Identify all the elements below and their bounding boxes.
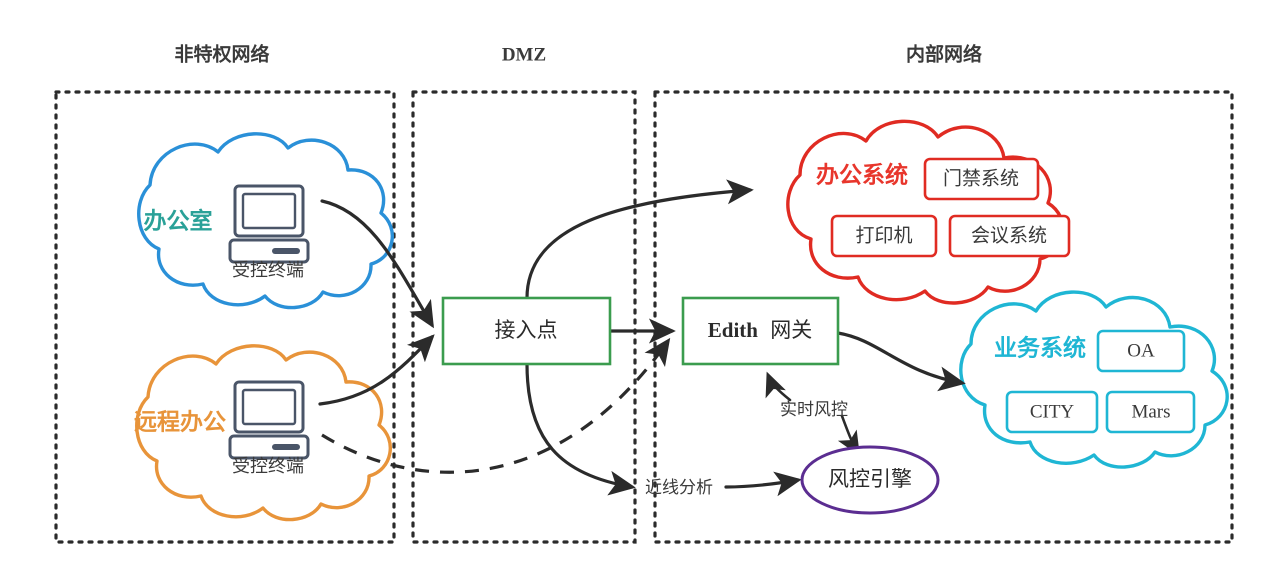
cloud-office-label: 办公室 xyxy=(144,207,213,233)
node-edith-gateway-label-brand: Edith xyxy=(708,318,759,342)
sub-box-access-control-label: 门禁系统 xyxy=(943,167,1019,189)
flow-access-point-to-nearline xyxy=(525,362,636,496)
zone-title-internal: 内部网络 xyxy=(906,42,982,65)
cloud-remote-office-terminal-label: 受控终端 xyxy=(232,456,304,476)
sub-box-printer-label: 打印机 xyxy=(855,224,912,246)
cloud-office-system[interactable]: 办公系统 门禁系统 打印机 会议系统 xyxy=(786,119,1071,305)
desktop-computer-icon xyxy=(228,184,310,264)
node-access-point[interactable]: 接入点 xyxy=(441,296,612,366)
node-edith-gateway[interactable]: Edith 网关 xyxy=(681,296,840,366)
flow-nearline-to-risk-engine xyxy=(724,471,802,497)
network-architecture-diagram: 非特权网络 DMZ 内部网络 办公室 受控终端 远程办公 受控终端 办公系统 门… xyxy=(54,42,1234,544)
edge-label-nearline-analysis: 近线分析 xyxy=(645,478,713,497)
cloud-office-terminal-label: 受控终端 xyxy=(232,260,304,280)
cloud-business-system-label: 业务系统 xyxy=(994,334,1086,360)
cloud-remote-office-label: 远程办公 xyxy=(134,409,226,434)
cloud-business-system[interactable]: 业务系统 OA CITY Mars xyxy=(959,290,1229,469)
zone-title-dmz: DMZ xyxy=(502,44,546,65)
cloud-office-system-label: 办公系统 xyxy=(816,161,908,187)
node-risk-engine[interactable]: 风控引擎 xyxy=(800,445,940,515)
desktop-computer-icon xyxy=(228,380,310,460)
flow-risk-engine-to-edith-gateway xyxy=(765,371,792,402)
cloud-office-system-outline xyxy=(786,119,1065,305)
flow-access-point-to-office-system xyxy=(525,179,754,300)
diagram-canvas: 非特权网络 DMZ 内部网络 办公室 受控终端 远程办公 受控终端 办公系统 门… xyxy=(0,0,1280,579)
node-access-point-label: 接入点 xyxy=(495,318,558,342)
sub-box-conference-label: 会议系统 xyxy=(971,224,1047,246)
sub-box-city-label: CITY xyxy=(1030,401,1075,422)
sub-box-oa-label: OA xyxy=(1127,340,1155,361)
edge-label-realtime-risk: 实时风控 xyxy=(780,400,848,419)
cloud-business-system-outline xyxy=(959,290,1229,469)
zone-title-untrusted: 非特权网络 xyxy=(174,42,269,65)
node-edith-gateway-label: Edith 网关 xyxy=(708,318,812,342)
flow-edith-gateway-to-business-system xyxy=(836,331,966,392)
cloud-office[interactable]: 办公室 受控终端 xyxy=(137,132,394,310)
cloud-remote-office[interactable]: 远程办公 受控终端 xyxy=(134,344,392,522)
sub-box-mars-label: Mars xyxy=(1131,401,1170,422)
node-risk-engine-label: 风控引擎 xyxy=(828,467,912,491)
node-edith-gateway-label-suffix: 网关 xyxy=(770,318,812,342)
